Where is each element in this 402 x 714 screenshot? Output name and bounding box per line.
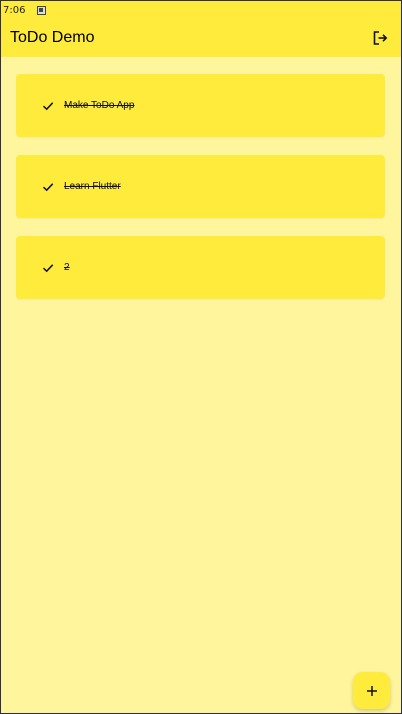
check-icon[interactable] bbox=[42, 100, 54, 112]
check-icon[interactable] bbox=[42, 181, 54, 193]
todo-item[interactable]: Make ToDo App bbox=[16, 74, 385, 137]
add-todo-button[interactable] bbox=[353, 672, 390, 709]
status-time: 7:06 bbox=[3, 4, 26, 16]
logout-icon bbox=[373, 31, 388, 45]
app-screen: 7:06 ToDo Demo Make ToDo App Learn Flutt… bbox=[0, 0, 402, 714]
todo-title: 2 bbox=[64, 262, 70, 273]
app-title: ToDo Demo bbox=[10, 29, 95, 46]
todo-title: Make ToDo App bbox=[64, 100, 135, 111]
check-icon[interactable] bbox=[42, 262, 54, 274]
status-bar: 7:06 bbox=[1, 1, 401, 19]
app-bar: ToDo Demo bbox=[1, 19, 401, 57]
notification-icon bbox=[37, 5, 47, 15]
todo-item[interactable]: Learn Flutter bbox=[16, 155, 385, 218]
logout-button[interactable] bbox=[361, 19, 399, 57]
todo-list: Make ToDo App Learn Flutter 2 bbox=[16, 74, 385, 299]
plus-icon bbox=[366, 685, 377, 696]
todo-item[interactable]: 2 bbox=[16, 236, 385, 299]
todo-title: Learn Flutter bbox=[64, 181, 121, 192]
